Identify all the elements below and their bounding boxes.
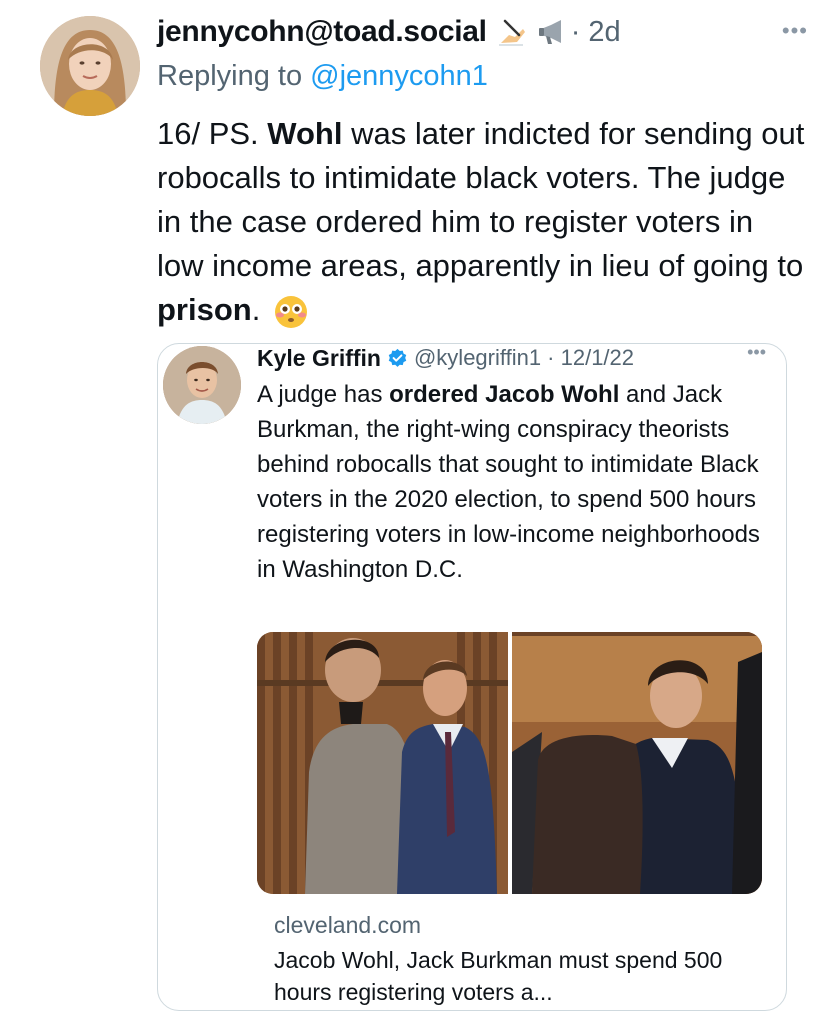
quoted-tweet-header: Kyle Griffin @kylegriffin1 · 12/1/22 ••• <box>257 344 766 374</box>
writing-hand-icon <box>497 17 527 47</box>
quoted-author-name[interactable]: Kyle Griffin <box>257 345 381 372</box>
replying-to: Replying to @jennycohn1 <box>157 60 488 93</box>
quoted-author-avatar[interactable] <box>163 346 241 424</box>
more-options-icon[interactable]: ••• <box>782 18 808 44</box>
tweet-text-part: 16/ PS. <box>157 116 268 151</box>
tweet-text: 16/ PS. Wohl was later indicted for send… <box>157 112 807 332</box>
tweet-header: jennycohn@toad.social · 2d ••• <box>157 12 808 52</box>
link-card-images[interactable] <box>257 632 762 894</box>
quoted-tweet[interactable]: Kyle Griffin @kylegriffin1 · 12/1/22 •••… <box>157 343 787 1011</box>
courtroom-photo-right[interactable] <box>512 632 762 894</box>
flushed-face-emoji <box>273 294 307 328</box>
tweet-text-bold: prison <box>157 292 252 327</box>
courtroom-photo-left[interactable] <box>257 632 508 894</box>
replying-to-handle[interactable]: @jennycohn1 <box>310 60 488 92</box>
tweet-text-bold: Wohl <box>267 116 343 151</box>
tweet-text-part: . <box>251 292 269 327</box>
link-card-title[interactable]: Jacob Wohl, Jack Burkman must spend 500 … <box>274 944 754 1008</box>
link-card-domain[interactable]: cleveland.com <box>274 912 421 939</box>
quoted-more-icon[interactable]: ••• <box>747 344 766 363</box>
quoted-text-bold: ordered Jacob Wohl <box>389 381 620 408</box>
tweet-timestamp[interactable]: · 2d <box>571 16 621 49</box>
author-avatar[interactable] <box>40 16 140 116</box>
quoted-text-part: A judge has <box>257 381 390 408</box>
megaphone-icon <box>537 17 567 47</box>
replying-to-label: Replying to <box>157 60 311 92</box>
quoted-handle-date[interactable]: @kylegriffin1 · 12/1/22 <box>414 345 634 371</box>
quoted-text-part: and Jack Burkman, the right-wing conspir… <box>257 381 760 583</box>
quoted-tweet-text: A judge has ordered Jacob Wohl and Jack … <box>257 377 767 587</box>
verified-badge-icon <box>387 348 408 369</box>
author-handle[interactable]: jennycohn@toad.social <box>157 15 487 49</box>
